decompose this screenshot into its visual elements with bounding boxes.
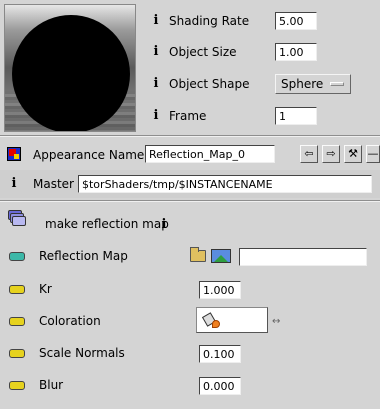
blur-label: Blur <box>39 378 64 392</box>
frame-label: Frame <box>169 109 207 123</box>
shading-rate-label: Shading Rate <box>169 14 250 28</box>
folder-open-icon[interactable] <box>190 247 206 262</box>
paint-bucket-icon <box>201 312 220 328</box>
appearance-swatch-icon[interactable] <box>7 147 21 161</box>
dropdown-indicator-icon <box>330 82 344 86</box>
coloration-color-button[interactable] <box>196 307 268 333</box>
reflection-map-field[interactable] <box>239 248 367 266</box>
info-icon[interactable]: i <box>152 44 160 59</box>
arrow-left-icon[interactable]: ⇦ <box>300 145 318 163</box>
image-icon[interactable] <box>211 249 231 263</box>
object-shape-label: Object Shape <box>169 77 250 91</box>
object-shape-dropdown[interactable]: Sphere <box>275 74 351 94</box>
coloration-label: Coloration <box>39 314 101 328</box>
info-icon[interactable]: i <box>152 76 160 91</box>
appearance-name-label: Appearance Name <box>33 148 145 162</box>
blur-field[interactable] <box>199 377 241 395</box>
link-arrows-icon[interactable]: ↔ <box>272 316 280 327</box>
master-label: Master <box>33 177 74 191</box>
param-type-icon <box>9 349 25 358</box>
collapse-icon[interactable]: — <box>366 145 380 163</box>
divider <box>0 135 380 137</box>
info-icon[interactable]: i <box>160 217 168 232</box>
appearance-name-field[interactable] <box>145 145 275 163</box>
param-type-icon <box>9 285 25 294</box>
object-shape-value: Sphere <box>281 77 324 91</box>
arrow-right-icon[interactable]: ⇨ <box>322 145 340 163</box>
object-size-field[interactable] <box>275 43 317 61</box>
param-type-icon <box>9 317 25 326</box>
param-type-icon <box>9 381 25 390</box>
master-path-field[interactable] <box>78 175 372 193</box>
scale-normals-label: Scale Normals <box>39 346 125 360</box>
object-size-label: Object Size <box>169 45 237 59</box>
tool-icon[interactable]: ⚒ <box>344 145 362 163</box>
info-icon[interactable]: i <box>10 176 18 191</box>
scale-normals-field[interactable] <box>199 345 241 363</box>
preview-sphere <box>12 15 130 131</box>
layers-stack-icon[interactable] <box>8 210 26 228</box>
shading-rate-field[interactable] <box>275 12 317 30</box>
shader-preview <box>4 4 136 132</box>
info-icon[interactable]: i <box>152 13 160 28</box>
divider <box>0 200 380 202</box>
param-type-icon <box>9 252 25 261</box>
section-title: make reflection map <box>45 217 169 231</box>
frame-field[interactable] <box>275 107 317 125</box>
kr-field[interactable] <box>199 281 241 299</box>
kr-label: Kr <box>39 282 52 296</box>
info-icon[interactable]: i <box>152 108 160 123</box>
reflection-map-label: Reflection Map <box>39 249 128 263</box>
